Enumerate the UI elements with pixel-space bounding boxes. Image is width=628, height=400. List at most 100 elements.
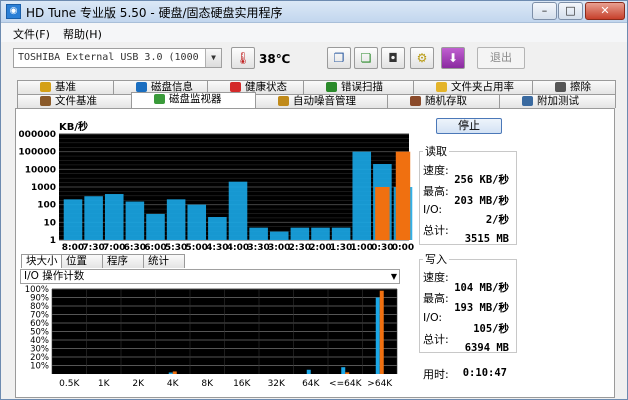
y-tick-label: 100000 (19, 148, 56, 158)
close-button[interactable]: ✕ (585, 2, 625, 20)
write-speed-label: 速度: (423, 271, 449, 284)
x-tick-label: 0:00 (392, 243, 414, 253)
x-tick-label: 1:30 (330, 243, 352, 253)
x-tick-label: 6:00 (144, 243, 166, 253)
subtab-statistics[interactable]: 统计 (143, 254, 185, 268)
read-title: 读取 (423, 143, 449, 159)
write-bar (375, 187, 390, 240)
read-bar (208, 217, 227, 240)
read-bar (146, 213, 165, 240)
x-tick-label: 0:30 (371, 243, 393, 253)
subtab-position[interactable]: 位置 (61, 254, 103, 268)
tab-benchmark[interactable]: 基准 (17, 80, 114, 94)
extra-tests-icon (522, 96, 533, 106)
x-tick-label: 2:00 (309, 243, 331, 253)
read-io-value: 2/秒 (485, 214, 509, 226)
options-icon[interactable]: ⚙ (410, 47, 434, 69)
y-tick-labels: 1000000 100000 10000 1000 100 10 1 (19, 130, 56, 246)
read-max-label: 最高: (423, 185, 449, 198)
read-bar (311, 227, 330, 240)
hd-tune-icon: ◉ (6, 4, 21, 19)
x-tick-label: 5:00 (186, 243, 208, 253)
tab-disk-monitor[interactable]: 磁盘监视器 (131, 92, 256, 108)
x-tick-label: 1:00 (351, 243, 373, 253)
histogram-x-tick-label: 32K (268, 379, 286, 389)
write-speed-value: 104 MB/秒 (454, 282, 509, 294)
copy-text-icon[interactable]: ❐ (327, 47, 351, 69)
menu-file[interactable]: 文件(F) (13, 26, 50, 42)
thermometer-icon[interactable]: 🌡 (231, 47, 255, 69)
title-bar[interactable]: ◉ HD Tune 专业版 5.50 - 硬盘/固态硬盘实用程序 – □ ✕ (1, 1, 627, 23)
x-tick-label: 7:00 (103, 243, 125, 253)
tab-random-access[interactable]: 随机存取 (387, 94, 500, 108)
io-metric-select[interactable]: I/O 操作计数 ▼ (20, 269, 400, 284)
x-tick-label: 8:00 (62, 243, 84, 253)
throughput-chart: KB/秒 1000000100000100001000100101 8:007:… (19, 120, 414, 253)
subtab-program[interactable]: 程序 (102, 254, 144, 268)
menu-bar: 文件(F) 帮助(H) (1, 23, 627, 42)
read-bar (187, 204, 207, 240)
write-io-value: 105/秒 (473, 323, 509, 335)
chevron-down-icon[interactable]: ▼ (205, 49, 221, 67)
read-bar (290, 227, 310, 240)
chevron-down-icon[interactable]: ▼ (391, 270, 397, 283)
scan-icon (326, 82, 337, 92)
histogram-x-tick-label: <=64K (329, 379, 363, 389)
speaker-icon (278, 96, 289, 106)
read-bar (104, 194, 124, 240)
write-max-label: 最高: (423, 292, 449, 305)
read-total-label: 总计: (423, 224, 449, 237)
info-icon (136, 82, 147, 92)
read-bar (331, 227, 351, 240)
block-size-histogram: 100%90%80%70%60%50%40%30%20%10% 0.5K 1K 2K… (25, 285, 398, 389)
x-tick-label: 5:30 (165, 243, 187, 253)
drive-select[interactable]: TOSHIBA External USB 3.0 (1000 gB) ▼ (13, 48, 222, 68)
histogram-x-tick-label: 2K (132, 379, 145, 389)
elapsed-label: 用时: (423, 368, 449, 381)
histogram-x-tick-label: 1K (98, 379, 111, 389)
tab-folder-usage[interactable]: 文件夹占用率 (413, 80, 533, 94)
read-bar (166, 199, 186, 240)
screenshot-icon[interactable]: ◘ (381, 47, 405, 69)
minimize-button[interactable]: – (532, 2, 557, 20)
tab-error-scan[interactable]: 错误扫描 (303, 80, 414, 94)
x-tick-label: 6:30 (124, 243, 146, 253)
copy-info-icon[interactable]: ❏ (354, 47, 378, 69)
folder-icon (436, 82, 447, 92)
menu-help[interactable]: 帮助(H) (63, 26, 102, 42)
read-bar (125, 201, 145, 240)
write-max-value: 193 MB/秒 (454, 302, 509, 314)
exit-button[interactable]: 退出 (477, 47, 525, 69)
read-bar (228, 181, 248, 240)
tab-noise-management[interactable]: 自动噪音管理 (255, 94, 388, 108)
write-total-value: 6394 MB (464, 342, 509, 354)
monitor-icon (154, 94, 165, 104)
read-bar (249, 227, 268, 240)
random-access-icon (410, 96, 421, 106)
histogram-y-tick-labels: 100%90%80%70%60%50%40%30%20%10% (25, 285, 49, 372)
elapsed-value: 0:10:47 (462, 367, 507, 379)
write-io-label: I/O: (423, 311, 443, 324)
write-title: 写入 (423, 251, 449, 267)
window-title: HD Tune 专业版 5.50 - 硬盘/固态硬盘实用程序 (26, 6, 283, 20)
health-icon (230, 82, 241, 92)
maximize-button[interactable]: □ (558, 2, 583, 20)
histogram-x-tick-label: 16K (233, 379, 251, 389)
read-total-value: 3515 MB (464, 233, 509, 245)
save-icon[interactable]: ⬇ (441, 47, 465, 69)
read-bar (352, 151, 372, 240)
y-tick-label: 10000 (25, 165, 56, 175)
tab-file-benchmark[interactable]: 文件基准 (17, 94, 132, 108)
histogram-y-tick-label: 10% (30, 362, 49, 372)
tab-extra-tests[interactable]: 附加测试 (499, 94, 616, 108)
read-bar (63, 199, 83, 240)
stop-button[interactable]: 停止 (436, 118, 502, 134)
subtab-block-size[interactable]: 块大小 (21, 254, 62, 268)
app-window: ◉ HD Tune 专业版 5.50 - 硬盘/固态硬盘实用程序 – □ ✕ 文… (0, 0, 628, 400)
read-histogram-bar (341, 367, 346, 374)
read-bar (269, 231, 289, 240)
tab-erase[interactable]: 擦除 (532, 80, 616, 94)
y-tick-label: 10 (43, 218, 56, 228)
read-bar (84, 196, 103, 240)
histogram-x-tick-label: 8K (201, 379, 214, 389)
